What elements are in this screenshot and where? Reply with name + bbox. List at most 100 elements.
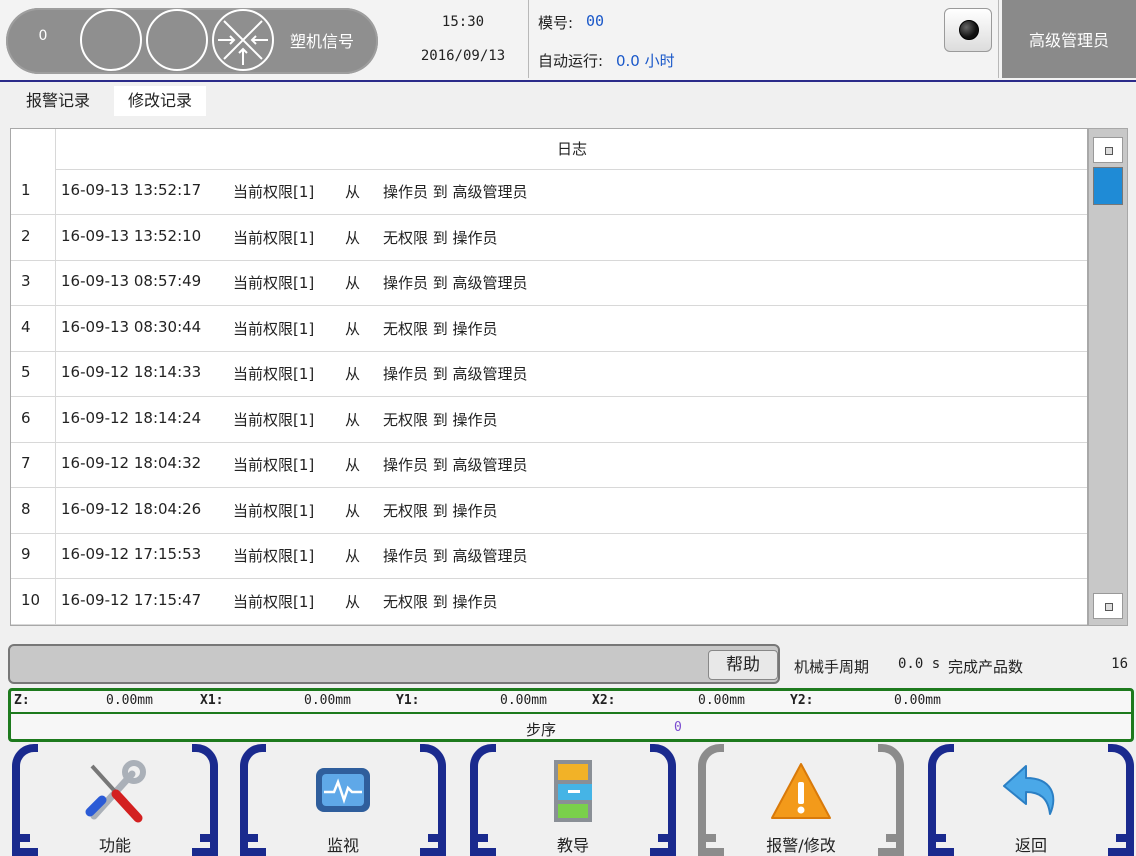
row-from: 从 bbox=[345, 547, 361, 565]
nav-function-label: 功能 bbox=[98, 836, 131, 855]
axis-x2-label: X2: bbox=[592, 693, 616, 708]
auto-run-value: 0.0 小时 bbox=[616, 52, 675, 70]
log-scrollbar[interactable] bbox=[1088, 128, 1128, 626]
row-change: 操作员 到 高级管理员 bbox=[383, 365, 528, 383]
row-index: 2 bbox=[21, 226, 31, 245]
step-label: 步序 bbox=[526, 721, 557, 739]
table-row[interactable]: 9 16-09-12 17:15:53 当前权限[1] 从 操作员 到 高级管理员 bbox=[11, 533, 1087, 579]
nav-function-button[interactable]: 功能 bbox=[12, 744, 218, 856]
row-from: 从 bbox=[345, 410, 361, 429]
row-change: 无权限 到 操作员 bbox=[383, 319, 498, 338]
row-change: 操作员 到 高级管理员 bbox=[383, 183, 528, 201]
axis-y2-label: Y2: bbox=[790, 693, 814, 708]
products-done-value: 16 bbox=[1111, 656, 1128, 672]
help-button[interactable]: 帮助 bbox=[708, 650, 778, 680]
row-from: 从 bbox=[345, 319, 361, 338]
row-index: 9 bbox=[21, 545, 31, 563]
axis-z-label: Z: bbox=[14, 693, 30, 708]
row-index: 4 bbox=[21, 317, 31, 336]
mold-number-label: 模号: bbox=[538, 14, 574, 32]
header-divider bbox=[528, 0, 529, 78]
robot-cycle-value: 0.0 s bbox=[898, 656, 941, 672]
log-column-header: 日志 bbox=[55, 129, 1087, 170]
axis-panel-divider bbox=[11, 712, 1131, 714]
axis-y1-value: 0.00mm bbox=[500, 693, 547, 708]
table-row[interactable]: 7 16-09-12 18:04:32 当前权限[1] 从 操作员 到 高级管理员 bbox=[11, 442, 1087, 488]
clock-time: 15:30 bbox=[441, 14, 485, 30]
row-timestamp: 16-09-13 13:52:17 bbox=[61, 181, 202, 199]
nav-alarm-modify-button[interactable]: 报警/修改 bbox=[698, 744, 904, 856]
nav-monitor-label: 监视 bbox=[326, 836, 359, 855]
row-index: 7 bbox=[21, 454, 31, 472]
row-change: 无权限 到 操作员 bbox=[383, 228, 498, 247]
row-change: 操作员 到 高级管理员 bbox=[383, 547, 528, 565]
cabinet-icon bbox=[538, 756, 608, 826]
nav-back-label: 返回 bbox=[1014, 836, 1047, 855]
row-from: 从 bbox=[345, 592, 361, 611]
table-row[interactable]: 2 16-09-13 13:52:10 当前权限[1] 从 无权限 到 操作员 bbox=[11, 215, 1087, 261]
row-permission: 当前权限[1] bbox=[233, 183, 315, 201]
back-arrow-icon bbox=[996, 756, 1066, 826]
row-timestamp: 16-09-12 17:15:47 bbox=[61, 590, 202, 609]
scroll-down-button[interactable] bbox=[1093, 593, 1123, 619]
row-permission: 当前权限[1] bbox=[233, 228, 315, 247]
nav-teach-label: 教导 bbox=[556, 836, 589, 855]
step-value: 0 bbox=[674, 720, 682, 735]
row-from: 从 bbox=[345, 183, 361, 201]
nav-teach-button[interactable]: 教导 bbox=[470, 744, 676, 856]
table-row[interactable]: 10 16-09-12 17:15:47 当前权限[1] 从 无权限 到 操作员 bbox=[11, 579, 1087, 625]
row-timestamp: 16-09-13 08:57:49 bbox=[61, 272, 202, 290]
table-row[interactable]: 4 16-09-13 08:30:44 当前权限[1] 从 无权限 到 操作员 bbox=[11, 306, 1087, 352]
row-permission: 当前权限[1] bbox=[233, 501, 315, 520]
row-from: 从 bbox=[345, 228, 361, 247]
row-change: 无权限 到 操作员 bbox=[383, 592, 498, 611]
mold-crosshair-icon bbox=[212, 9, 274, 71]
table-row[interactable]: 6 16-09-12 18:14:24 当前权限[1] 从 无权限 到 操作员 bbox=[11, 397, 1087, 443]
signal-counter: 0 bbox=[38, 28, 48, 44]
row-index: 1 bbox=[21, 181, 31, 199]
axis-z-value: 0.00mm bbox=[106, 693, 153, 708]
signal-indicator-2-icon bbox=[146, 9, 208, 71]
tab-modify-records[interactable]: 修改记录 bbox=[114, 86, 207, 116]
row-permission: 当前权限[1] bbox=[233, 319, 315, 338]
table-row[interactable]: 8 16-09-12 18:04:26 当前权限[1] 从 无权限 到 操作员 bbox=[11, 488, 1087, 534]
camera-icon bbox=[959, 20, 979, 40]
modify-log-table: 日志 1 16-09-13 13:52:17 当前权限[1] 从操作员 到 高级管理员… bbox=[10, 128, 1088, 626]
signal-indicator-1-icon bbox=[80, 9, 142, 71]
row-index: 8 bbox=[21, 499, 31, 518]
axis-x1-label: X1: bbox=[200, 693, 224, 708]
axis-x1-value: 0.00mm bbox=[304, 693, 351, 708]
clock-date: 2016/09/13 bbox=[420, 48, 506, 64]
row-permission: 当前权限[1] bbox=[233, 365, 315, 383]
row-from: 从 bbox=[345, 365, 361, 383]
table-row[interactable]: 3 16-09-13 08:57:49 当前权限[1] 从 操作员 到 高级管理员 bbox=[11, 260, 1087, 306]
nav-monitor-button[interactable]: 监视 bbox=[240, 744, 446, 856]
camera-button[interactable] bbox=[944, 8, 992, 52]
table-row[interactable]: 5 16-09-12 18:14:33 当前权限[1] 从 操作员 到 高级管理员 bbox=[11, 351, 1087, 397]
scroll-thumb[interactable] bbox=[1093, 167, 1123, 205]
user-level-button[interactable]: 高级管理员 bbox=[1002, 0, 1136, 78]
row-from: 从 bbox=[345, 501, 361, 520]
header-divider bbox=[998, 0, 999, 78]
row-index: 5 bbox=[21, 363, 31, 381]
row-index: 3 bbox=[21, 272, 31, 290]
tab-alarm-records[interactable]: 报警记录 bbox=[12, 86, 104, 116]
axis-position-panel bbox=[8, 688, 1134, 742]
monitor-icon bbox=[308, 756, 378, 826]
machine-signal-label[interactable]: 塑机信号 bbox=[290, 28, 354, 52]
row-index: 6 bbox=[21, 408, 31, 427]
nav-back-button[interactable]: 返回 bbox=[928, 744, 1134, 856]
row-index: 10 bbox=[21, 590, 41, 609]
row-change: 操作员 到 高级管理员 bbox=[383, 274, 528, 292]
warning-icon bbox=[766, 756, 836, 826]
table-row[interactable]: 1 16-09-13 13:52:17 当前权限[1] 从 操作员 到 高级管理员 bbox=[11, 169, 1087, 215]
row-permission: 当前权限[1] bbox=[233, 547, 315, 565]
nav-alarm-modify-label: 报警/修改 bbox=[766, 836, 836, 855]
auto-run-label: 自动运行: bbox=[538, 52, 604, 70]
top-status-bar: 0 塑机信号 15:30 2016/09/13 模号: 00 自动运行: 0.0… bbox=[0, 0, 1136, 82]
row-timestamp: 16-09-13 13:52:10 bbox=[61, 226, 202, 245]
row-change: 无权限 到 操作员 bbox=[383, 501, 498, 520]
row-change: 操作员 到 高级管理员 bbox=[383, 456, 528, 474]
scroll-up-button[interactable] bbox=[1093, 137, 1123, 163]
tools-icon bbox=[80, 756, 150, 826]
